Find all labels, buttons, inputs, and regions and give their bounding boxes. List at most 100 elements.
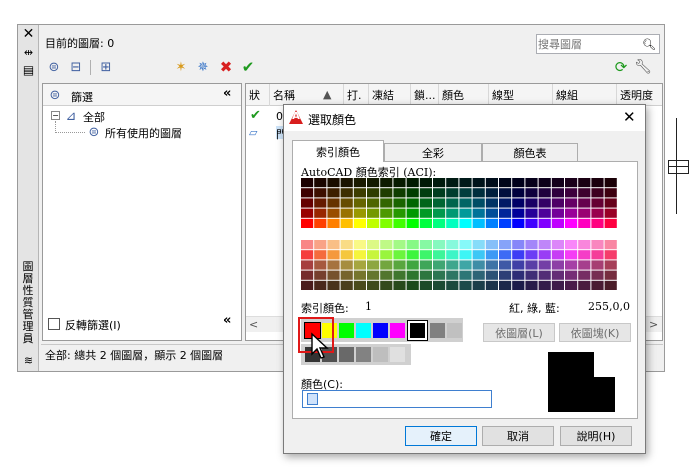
aci-swatch[interactable] [525, 260, 538, 270]
aci-swatch[interactable] [314, 280, 327, 290]
aci-swatch[interactable] [367, 250, 380, 260]
color-swatch-gray-9[interactable] [447, 323, 462, 338]
aci-swatch[interactable] [353, 240, 366, 250]
aci-swatch[interactable] [512, 240, 525, 250]
aci-swatch[interactable] [314, 270, 327, 280]
aci-color-grid[interactable] [301, 178, 637, 303]
aci-swatch[interactable] [406, 218, 419, 228]
aci-swatch[interactable] [578, 260, 591, 270]
aci-swatch[interactable] [499, 198, 512, 208]
aci-swatch[interactable] [327, 218, 340, 228]
aci-swatch[interactable] [340, 188, 353, 198]
collapse-icon[interactable]: « [223, 313, 231, 328]
aci-swatch[interactable] [551, 198, 564, 208]
aci-swatch[interactable] [393, 250, 406, 260]
aci-swatch[interactable] [591, 280, 604, 290]
aci-swatch[interactable] [499, 250, 512, 260]
aci-swatch[interactable] [578, 218, 591, 228]
aci-swatch[interactable] [406, 280, 419, 290]
aci-swatch[interactable] [538, 178, 551, 188]
aci-swatch[interactable] [525, 188, 538, 198]
aci-swatch[interactable] [472, 218, 485, 228]
aci-swatch[interactable] [314, 208, 327, 218]
aci-swatch[interactable] [353, 188, 366, 198]
aci-swatch[interactable] [485, 218, 498, 228]
aci-swatch[interactable] [604, 218, 617, 228]
aci-swatch[interactable] [393, 188, 406, 198]
aci-swatch[interactable] [301, 240, 314, 250]
aci-swatch[interactable] [380, 208, 393, 218]
aci-swatch[interactable] [512, 250, 525, 260]
aci-swatch[interactable] [538, 250, 551, 260]
dialog-close-icon[interactable]: ✕ [623, 108, 636, 126]
aci-swatch[interactable] [525, 270, 538, 280]
aci-swatch[interactable] [314, 178, 327, 188]
aci-swatch[interactable] [472, 260, 485, 270]
aci-swatch[interactable] [327, 178, 340, 188]
new-layer-icon[interactable]: ✶ [172, 58, 190, 76]
col-name[interactable]: 名稱 [270, 84, 320, 106]
aci-swatch[interactable] [406, 198, 419, 208]
aci-swatch[interactable] [353, 218, 366, 228]
aci-swatch[interactable] [565, 198, 578, 208]
aci-swatch[interactable] [525, 280, 538, 290]
aci-swatch[interactable] [538, 208, 551, 218]
scroll-right-icon[interactable]: > [649, 318, 658, 331]
aci-swatch[interactable] [551, 280, 564, 290]
aci-swatch[interactable] [340, 250, 353, 260]
color-swatch-cyan[interactable] [356, 323, 371, 338]
aci-swatch[interactable] [485, 280, 498, 290]
aci-swatch[interactable] [353, 208, 366, 218]
aci-swatch[interactable] [472, 178, 485, 188]
aci-swatch[interactable] [565, 178, 578, 188]
aci-swatch[interactable] [327, 198, 340, 208]
close-icon[interactable]: ✕ [21, 26, 36, 42]
aci-swatch[interactable] [459, 280, 472, 290]
aci-swatch[interactable] [446, 260, 459, 270]
aci-swatch[interactable] [419, 178, 432, 188]
aci-swatch[interactable] [604, 188, 617, 198]
aci-swatch[interactable] [512, 208, 525, 218]
set-current-icon[interactable]: ✔ [239, 58, 257, 76]
aci-swatch[interactable] [591, 240, 604, 250]
aci-swatch[interactable] [367, 280, 380, 290]
gray-swatch[interactable] [390, 347, 405, 362]
aci-swatch[interactable] [340, 208, 353, 218]
aci-swatch[interactable] [301, 208, 314, 218]
aci-swatch[interactable] [551, 240, 564, 250]
aci-swatch[interactable] [459, 198, 472, 208]
aci-swatch[interactable] [499, 178, 512, 188]
aci-swatch[interactable] [525, 250, 538, 260]
aci-swatch[interactable] [446, 208, 459, 218]
aci-swatch[interactable] [406, 260, 419, 270]
aci-swatch[interactable] [327, 240, 340, 250]
aci-swatch[interactable] [367, 178, 380, 188]
aci-swatch[interactable] [551, 270, 564, 280]
aci-swatch[interactable] [327, 280, 340, 290]
aci-swatch[interactable] [393, 218, 406, 228]
aci-swatch[interactable] [314, 260, 327, 270]
color-swatch-black-white[interactable] [407, 320, 428, 341]
aci-swatch[interactable] [353, 270, 366, 280]
ok-button[interactable]: 確定 [405, 426, 477, 446]
aci-swatch[interactable] [419, 260, 432, 270]
aci-swatch[interactable] [551, 250, 564, 260]
aci-swatch[interactable] [591, 270, 604, 280]
scroll-left-icon[interactable]: < [249, 318, 258, 331]
aci-swatch[interactable] [604, 280, 617, 290]
aci-swatch[interactable] [446, 188, 459, 198]
aci-swatch[interactable] [406, 270, 419, 280]
tab-color-books[interactable]: 顏色表 [482, 143, 578, 162]
aci-swatch[interactable] [472, 270, 485, 280]
aci-swatch[interactable] [472, 240, 485, 250]
aci-swatch[interactable] [393, 280, 406, 290]
new-group-filter-icon[interactable]: ⊟ [67, 58, 85, 76]
aci-swatch[interactable] [393, 178, 406, 188]
aci-swatch[interactable] [367, 218, 380, 228]
aci-swatch[interactable] [301, 188, 314, 198]
layer-states-icon[interactable]: ⊞ [97, 58, 115, 76]
aci-swatch[interactable] [393, 208, 406, 218]
aci-swatch[interactable] [604, 250, 617, 260]
aci-swatch[interactable] [406, 188, 419, 198]
aci-swatch[interactable] [578, 280, 591, 290]
